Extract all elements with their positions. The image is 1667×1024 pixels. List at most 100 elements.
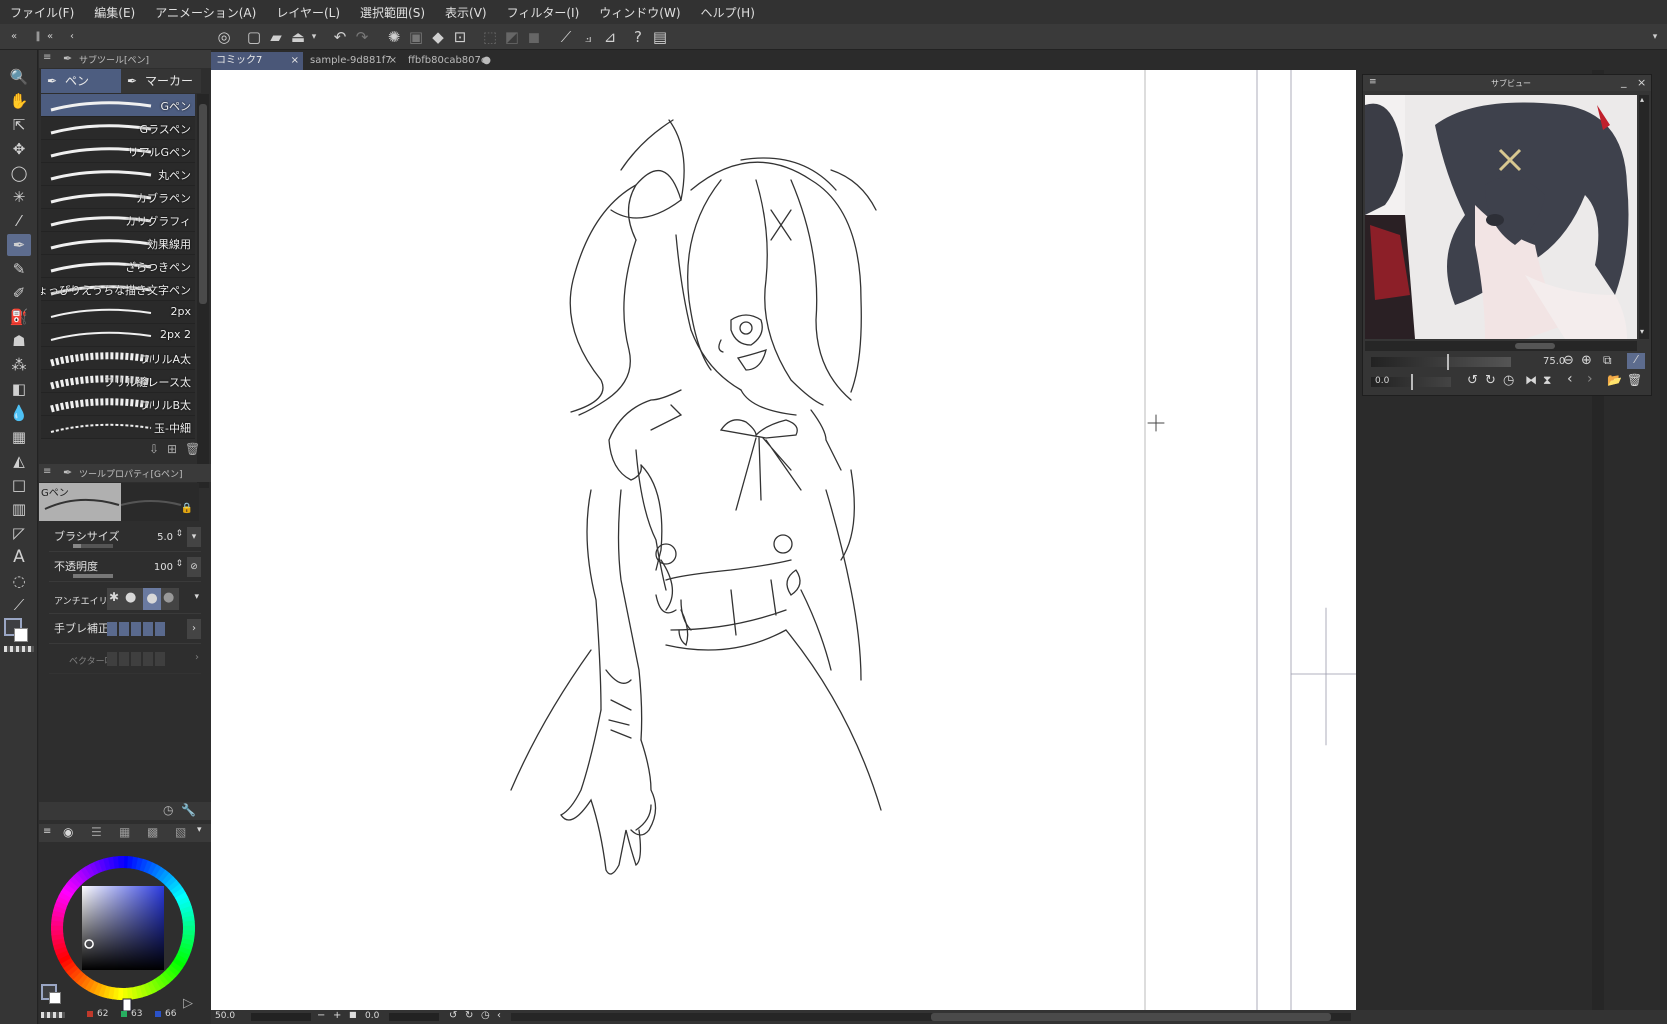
chevron-left-icon[interactable]: ‹	[62, 27, 82, 47]
zoom-in-icon[interactable]: +	[333, 1010, 341, 1021]
subview-eyedropper-icon[interactable]: ⁄	[1627, 353, 1645, 369]
sub-color-swatch[interactable]	[14, 628, 28, 642]
brush-item[interactable]: フリルA太	[41, 347, 195, 370]
brush-item[interactable]: フリルB太	[41, 393, 195, 416]
reset-rotation-icon[interactable]: ◷	[1503, 373, 1514, 388]
zoom-out-icon[interactable]: −	[317, 1010, 325, 1021]
correct-line-icon[interactable]: ⟋	[7, 594, 31, 616]
brush-item[interactable]: 丸ペン	[41, 163, 195, 186]
vector-magnet-slider[interactable]	[107, 652, 167, 666]
reference-image[interactable]	[1365, 95, 1637, 339]
chevron-right-icon[interactable]: ›	[187, 619, 201, 639]
panel-menu-icon[interactable]: ≡	[1369, 77, 1377, 87]
ruler-tool-icon[interactable]: ◸	[7, 522, 31, 544]
color-set-tab-icon[interactable]: ▦	[119, 825, 130, 839]
subview-zoom-thumb[interactable]	[1447, 354, 1449, 370]
hand-icon[interactable]: ✋	[7, 90, 31, 112]
subview-vscrollbar[interactable]: ▴ ▾	[1639, 95, 1649, 339]
decoration-icon[interactable]: ☗	[7, 330, 31, 352]
chevron-down-icon[interactable]: ▾	[194, 592, 199, 602]
magic-wand-icon[interactable]: ✳	[7, 186, 31, 208]
menu-help[interactable]: ヘルプ(H)	[701, 4, 755, 21]
flip-vertical-icon[interactable]: ⧗	[1543, 373, 1551, 388]
previous-image-icon[interactable]: ‹	[1567, 371, 1573, 387]
crop-icon[interactable]: ◼	[524, 27, 544, 47]
help-icon[interactable]: ?	[628, 27, 648, 47]
canvas-hscrollbar[interactable]	[511, 1013, 1351, 1021]
menu-layer[interactable]: レイヤー(L)	[276, 4, 340, 21]
zoom-out-icon[interactable]: ⊖	[1563, 353, 1574, 368]
color-sub-swatch[interactable]	[49, 992, 61, 1004]
opacity-lock-icon[interactable]: ⊘	[187, 557, 201, 577]
transparent-color-swatch[interactable]	[4, 646, 34, 652]
pattern-icon[interactable]: ⁂	[7, 354, 31, 376]
panel-collapse-icon[interactable]: «	[4, 27, 24, 47]
menu-window[interactable]: ウィンドウ(W)	[599, 4, 680, 21]
next-image-icon[interactable]: ›	[1587, 371, 1593, 387]
flip-horizontal-icon[interactable]: ⧓	[1525, 373, 1537, 387]
antialias-none-icon[interactable]: ✱	[109, 590, 119, 604]
brush-item[interactable]: ざらつきペン	[41, 255, 195, 278]
subview-hscroll-thumb[interactable]	[1515, 343, 1555, 349]
menu-filter[interactable]: フィルター(I)	[507, 4, 580, 21]
document-tab-comic7[interactable]: コミック7 ×	[211, 52, 303, 70]
antialias-strong-icon[interactable]: ●	[163, 590, 174, 605]
operation-icon[interactable]: ⇱	[7, 114, 31, 136]
document-tab-sample[interactable]: sample-9d881f7 ×	[305, 52, 401, 70]
rotate-left-icon[interactable]: ↺	[1467, 373, 1478, 388]
canvas-hscroll-thumb[interactable]	[931, 1013, 1331, 1021]
antialias-options[interactable]: ✱ ● ● ●	[107, 588, 179, 610]
chevron-down-icon[interactable]: ▾	[1640, 327, 1644, 336]
open-file-icon[interactable]: ▰	[266, 27, 286, 47]
menu-edit[interactable]: 編集(E)	[94, 4, 135, 21]
chevron-left-icon[interactable]: ‹	[497, 1010, 501, 1021]
approximate-color-tab-icon[interactable]: ▧	[175, 825, 186, 839]
zoom-in-icon[interactable]: ⊕	[1581, 353, 1592, 368]
antialias-weak-icon[interactable]: ●	[125, 590, 136, 605]
copy-subtool-icon[interactable]: ⇩	[149, 442, 159, 456]
canvas-rotation-value[interactable]: 0.0	[365, 1011, 379, 1021]
intermediate-color-tab-icon[interactable]: ▩	[147, 825, 158, 839]
menu-view[interactable]: 表示(V)	[445, 4, 487, 21]
stabilization-slider[interactable]	[107, 622, 167, 636]
text-icon[interactable]: A	[7, 546, 31, 568]
brush-item[interactable]: 効果線用	[41, 232, 195, 255]
move-icon[interactable]: ✥	[7, 138, 31, 160]
canvas-rotate-slider[interactable]	[389, 1013, 439, 1021]
subview-rotate-thumb[interactable]	[1411, 374, 1413, 390]
delete-image-icon[interactable]: 🗑	[1627, 373, 1642, 387]
document-tab-ffbfb[interactable]: ffbfb80cab807e ●	[403, 52, 495, 70]
brush-item[interactable]: Gラスペン	[41, 117, 195, 140]
frame-border-icon[interactable]: ▥	[7, 498, 31, 520]
ruler-icon[interactable]: ⟋	[556, 27, 576, 47]
chevron-right-icon[interactable]: ›	[195, 652, 199, 663]
rotate-left-icon[interactable]: ↺	[449, 1010, 457, 1021]
delete-subtool-icon[interactable]: 🗑	[185, 442, 200, 456]
pencil-icon[interactable]: ✎	[7, 258, 31, 280]
pen-tool-icon[interactable]: ✒	[7, 234, 31, 256]
snap-special-ruler-icon[interactable]: ⟓	[578, 27, 598, 47]
opacity-value[interactable]: 100	[154, 562, 173, 573]
brush-item[interactable]: カリグラフィ	[41, 209, 195, 232]
brush-item[interactable]: カブラペン	[41, 186, 195, 209]
eraser-icon[interactable]: ◧	[7, 378, 31, 400]
chevron-down-icon[interactable]: ▾	[304, 27, 324, 47]
collapse-left-icon[interactable]: «	[40, 27, 60, 47]
fill-bucket-icon[interactable]: ◭	[7, 450, 31, 472]
opacity-slider[interactable]	[73, 574, 113, 578]
subtool-tab-pen[interactable]: ✒ ペン	[41, 69, 121, 93]
brush-size-value[interactable]: 5.0	[157, 532, 173, 543]
canvas-zoom-value[interactable]: 50.0	[215, 1011, 235, 1021]
airbrush-icon[interactable]: ⛽	[7, 306, 31, 328]
menu-animation[interactable]: アニメーション(A)	[155, 4, 256, 21]
reset-rotation-icon[interactable]: ◷	[481, 1010, 490, 1021]
fit-icon[interactable]: ■	[349, 1010, 357, 1019]
transparent-swatch[interactable]	[41, 1012, 65, 1018]
fit-view-icon[interactable]: ⧉	[1603, 353, 1612, 368]
timelapse-icon[interactable]: ▤	[650, 27, 670, 47]
figure-icon[interactable]: □	[7, 474, 31, 496]
rotate-right-icon[interactable]: ↻	[1485, 373, 1496, 388]
brush-item[interactable]: リアルGペン	[41, 140, 195, 163]
brush-size-slider[interactable]	[73, 544, 113, 548]
brush-item[interactable]: フリル縫レース太	[41, 370, 195, 393]
